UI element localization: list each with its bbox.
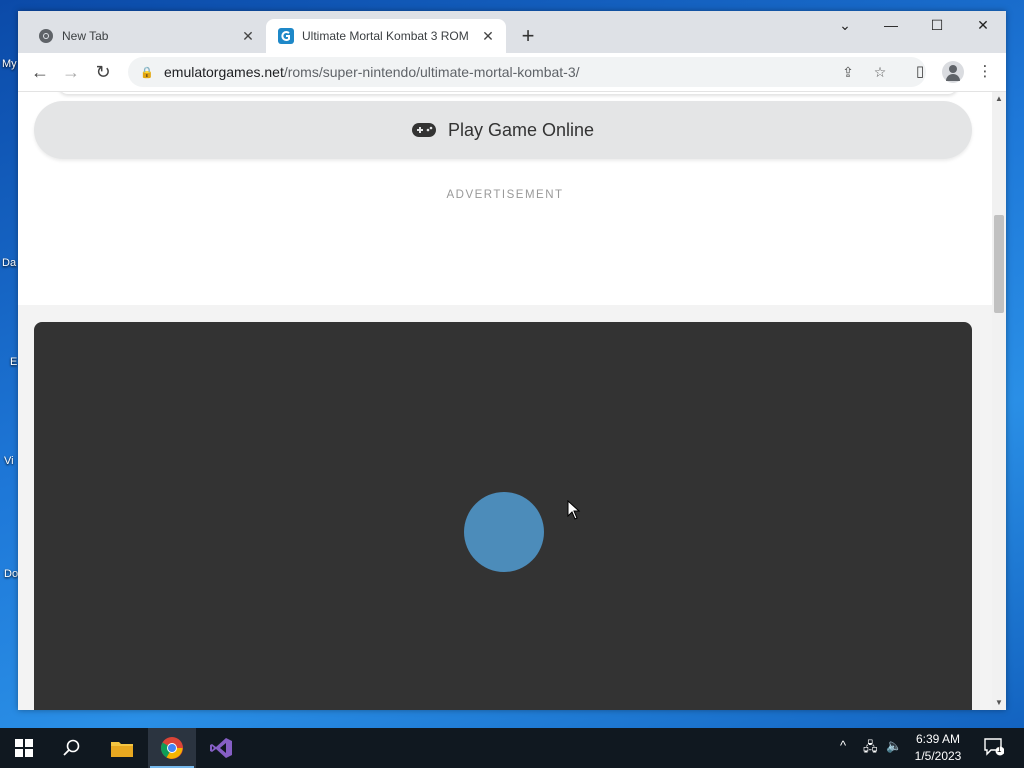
notification-count: 1 <box>997 745 1002 754</box>
browser-toolbar: ← → ↻ 🔒 emulatorgames.net/roms/super-nin… <box>18 53 1006 92</box>
url-path: /roms/super-nintendo/ultimate-mortal-kom… <box>283 64 580 80</box>
tab-strip: New Tab ✕ Ultimate Mortal Kombat 3 ROM ✕… <box>18 11 1006 53</box>
system-clock[interactable]: 6:39 AM 1/5/2023 <box>908 731 968 765</box>
lock-icon[interactable]: 🔒 <box>140 66 154 79</box>
visual-studio-icon <box>210 738 232 758</box>
page-scrollbar[interactable]: ▲ ▼ <box>992 92 1006 710</box>
share-icon[interactable]: ⇪ <box>838 62 858 82</box>
notification-center-button[interactable]: 1 <box>984 738 1005 756</box>
forward-arrow-icon[interactable]: → <box>59 60 83 84</box>
start-button[interactable] <box>0 728 48 768</box>
tab-new-tab[interactable]: New Tab ✕ <box>26 19 266 53</box>
loading-spinner <box>464 492 544 572</box>
windows-logo-icon <box>15 739 33 757</box>
menu-dots-icon[interactable]: ⋮ <box>973 60 997 84</box>
close-tab-icon[interactable]: ✕ <box>480 28 496 45</box>
desktop-icon-label[interactable]: Vi <box>4 455 14 467</box>
tab-title: Ultimate Mortal Kombat 3 ROM <box>302 29 469 43</box>
chrome-icon <box>38 28 54 44</box>
mouse-cursor-icon <box>567 500 581 520</box>
emulatorgames-icon <box>278 28 294 44</box>
visual-studio-button[interactable] <box>197 728 245 768</box>
game-emulator-canvas[interactable] <box>34 322 972 710</box>
maximize-button[interactable]: ☐ <box>914 11 960 41</box>
address-bar[interactable]: 🔒 emulatorgames.net/roms/super-nintendo/… <box>128 57 926 87</box>
show-hidden-icons-chevron-icon[interactable]: ^ <box>840 738 846 753</box>
previous-section-edge <box>58 92 958 94</box>
clock-time: 6:39 AM <box>915 732 961 746</box>
bookmark-star-icon[interactable]: ☆ <box>870 62 890 82</box>
close-window-button[interactable]: ✕ <box>960 11 1006 41</box>
tab-ultimate-mortal-kombat[interactable]: Ultimate Mortal Kombat 3 ROM ✕ <box>266 19 506 53</box>
search-icon <box>63 739 80 756</box>
desktop-icon-label[interactable]: Do <box>4 568 18 580</box>
gamepad-icon <box>411 123 436 137</box>
folder-icon <box>111 742 133 757</box>
minimize-button[interactable]: — <box>868 11 914 41</box>
desktop-icon-label[interactable]: My <box>2 58 17 70</box>
search-button[interactable] <box>48 728 96 768</box>
tab-title: New Tab <box>62 29 109 43</box>
back-arrow-icon[interactable]: ← <box>28 60 52 84</box>
clock-date: 1/5/2023 <box>914 749 962 763</box>
network-icon[interactable]: 🖧 <box>863 738 878 760</box>
desktop-icon-label[interactable]: E <box>10 356 17 368</box>
url-host: emulatorgames.net <box>164 64 284 80</box>
chrome-taskbar-button[interactable] <box>148 728 196 768</box>
volume-icon[interactable]: 🔈 <box>886 738 902 754</box>
taskbar: ^ 🖧 🔈 6:39 AM 1/5/2023 1 <box>0 728 1024 768</box>
browser-window: New Tab ✕ Ultimate Mortal Kombat 3 ROM ✕… <box>18 11 1006 710</box>
scrollbar-thumb[interactable] <box>994 215 1004 313</box>
scroll-up-arrow-icon[interactable]: ▲ <box>992 92 1006 106</box>
play-game-online-button[interactable]: Play Game Online <box>34 101 972 159</box>
advertisement-label: ADVERTISEMENT <box>446 189 564 201</box>
play-button-label: Play Game Online <box>447 119 595 140</box>
tab-search-chevron-icon[interactable]: ⌄ <box>822 11 868 41</box>
side-panel-icon[interactable]: ▯ <box>908 60 932 84</box>
scroll-down-arrow-icon[interactable]: ▼ <box>992 696 1006 710</box>
chrome-icon <box>161 737 183 759</box>
desktop-icon-label[interactable]: Da <box>2 257 16 269</box>
new-tab-button[interactable]: + <box>514 23 542 51</box>
reload-icon[interactable]: ↻ <box>91 60 115 84</box>
content-section: Play Game Online ADVERTISEMENT <box>18 92 992 305</box>
profile-avatar-icon[interactable] <box>942 61 964 83</box>
close-tab-icon[interactable]: ✕ <box>240 28 256 45</box>
page-viewport: Play Game Online ADVERTISEMENT <box>18 92 992 710</box>
file-explorer-button[interactable] <box>98 728 146 768</box>
